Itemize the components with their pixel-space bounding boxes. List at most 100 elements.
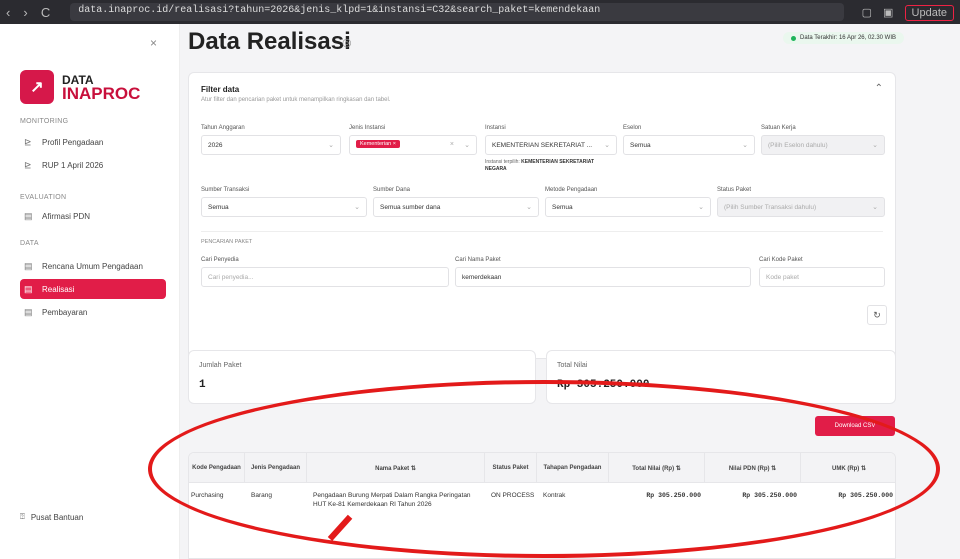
label-sumber-dana: Sumber Dana [373,187,411,193]
update-button[interactable]: Update [904,4,954,21]
col-pdn[interactable]: Nilai PDN (Rp) ⇅ [705,453,801,483]
page-title: Data Realisasi [188,28,351,55]
satker-value: (Pilih Eselon dahulu) [768,142,828,149]
table-header: Kode Pengadaan Jenis Pengadaan Nama Pake… [189,453,895,483]
help-label: Pusat Bantuan [30,512,84,522]
status-select[interactable]: (Pilih Sumber Transaksi dahulu) ⌄ [717,197,885,217]
sidebar-item-pembayaran[interactable]: ▤ Pembayaran [20,302,166,322]
metode-select[interactable]: Semua ⌄ [545,197,711,217]
reload-icon[interactable]: C [41,5,50,20]
col-status[interactable]: Status Paket [485,453,537,483]
divider [201,231,883,232]
kode-paket-search-input[interactable]: Kode paket [759,267,885,287]
jumlah-paket-value: 1 [199,379,206,391]
instansi-select[interactable]: KEMENTERIAN SEKRETARIAT ... ⌄ [485,135,617,155]
browser-nav: ‹ › C [6,5,60,20]
cell-pdn: Rp 305.250.000 [742,492,797,499]
chevron-down-icon: ⌄ [354,204,360,211]
sidebar-item-label: Profil Pengadaan [42,137,104,147]
col-total[interactable]: Total Nilai (Rp) ⇅ [609,453,705,483]
cell-status: ON PROCESS [491,492,535,499]
sidebar-item-label: RUP 1 April 2026 [42,160,104,170]
col-kode[interactable]: Kode Pengadaan [189,453,245,483]
chevron-up-icon[interactable]: ⌃ [875,83,883,94]
col-umk[interactable]: UMK (Rp) ⇅ [801,453,895,483]
help-link[interactable]: ⍰ Pusat Bantuan [20,512,83,522]
penyedia-search-input[interactable]: Cari penyedia... [201,267,449,287]
sidebar-item-label: Rencana Umum Pengadaan [42,261,143,271]
sidebar-item-label: Realisasi [42,284,75,294]
last-updated-text: Data Terakhir: 16 Apr 26, 02.30 WIB [800,35,896,41]
reset-icon[interactable]: ↻ [867,305,887,325]
jumlah-paket-label: Jumlah Paket [199,362,242,369]
browser-toolbar: ‹ › C data.inaproc.id/realisasi?tahun=20… [0,0,960,24]
chevron-down-icon: ⌄ [328,142,334,149]
main-content: Data Realisasi ◎ Data Terakhir: 16 Apr 2… [180,24,960,559]
cell-jenis: Barang [251,492,272,499]
info-icon[interactable]: ◎ [342,36,352,49]
calendar-icon: ▤ [24,210,33,221]
chart-icon: ⊵ [24,136,32,147]
close-icon[interactable]: × [150,36,157,50]
nama-paket-search-input[interactable]: kemerdekaan [455,267,751,287]
logo-mark-icon: ↗ [20,70,54,104]
col-jenis[interactable]: Jenis Pengadaan [245,453,307,483]
satker-select[interactable]: (Pilih Eselon dahulu) ⌄ [761,135,885,155]
instansi-note: Instansi terpilih: KEMENTERIAN SEKRETARI… [485,159,617,173]
extensions-icon[interactable]: ▢ [862,7,872,19]
section-data: DATA [20,240,39,247]
cell-total: Rp 305.250.000 [646,492,701,499]
label-cari-penyedia: Cari Penyedia [201,257,239,263]
clear-icon[interactable]: × [450,141,454,148]
forward-icon[interactable]: › [23,5,27,20]
chevron-down-icon: ⌄ [872,204,878,211]
chevron-down-icon: ⌄ [698,204,704,211]
last-updated-badge: Data Terakhir: 16 Apr 26, 02.30 WIB [783,32,904,44]
eselon-select[interactable]: Semua ⌄ [623,135,755,155]
help-icon: ⍰ [20,512,25,521]
chart-icon: ⊵ [24,159,32,170]
label-pencarian: PENCARIAN PAKET [201,239,253,245]
sumber-transaksi-value: Semua [208,204,229,211]
sidebar-item-profil[interactable]: ⊵ Profil Pengadaan [20,132,166,152]
tahun-value: 2026 [208,142,223,149]
calendar-icon: ▤ [24,283,33,294]
eselon-value: Semua [630,142,651,149]
label-instansi: Instansi [485,125,506,131]
download-csv-button[interactable]: Download CSV [815,416,895,436]
jenis-chip[interactable]: Kementerian × [356,140,400,148]
sumber-dana-select[interactable]: Semua sumber dana ⌄ [373,197,539,217]
jenis-select[interactable]: Kementerian × × ⌄ [349,135,477,155]
back-icon[interactable]: ‹ [6,5,10,20]
sumber-transaksi-select[interactable]: Semua ⌄ [201,197,367,217]
tabs-icon[interactable]: ▣ [883,7,893,19]
filter-subtitle: Atur filter dan pencarian paket untuk me… [201,97,391,103]
sidebar-item-afirmasi[interactable]: ▤ Afirmasi PDN [20,206,166,226]
sidebar-item-rup[interactable]: ⊵ RUP 1 April 2026 [20,155,166,175]
calendar-icon: ▤ [24,306,33,317]
cell-tahapan: Kontrak [543,492,566,499]
label-eselon: Eselon [623,125,642,131]
cell-umk: Rp 305.250.000 [838,492,893,499]
label-cari-kode: Cari Kode Paket [759,257,803,263]
sidebar-item-label: Afirmasi PDN [42,211,91,221]
chevron-down-icon: ⌄ [604,142,610,149]
col-nama[interactable]: Nama Paket ⇅ [307,453,485,483]
filter-title: Filter data [201,85,240,94]
cell-nama: Pengadaan Burung Merpati Dalam Rangka Pe… [313,492,471,508]
label-status: Status Paket [717,187,752,193]
chevron-down-icon: ⌄ [742,142,748,149]
chevron-down-icon: ⌄ [464,142,470,149]
sidebar: × ↗ DATA INAPROC MONITORING ⊵ Profil Pen… [0,24,180,559]
status-value: (Pilih Sumber Transaksi dahulu) [724,204,817,211]
address-bar[interactable]: data.inaproc.id/realisasi?tahun=2026&jen… [70,3,844,21]
total-nilai-card: Total Nilai Rp 305.250.000 [546,350,896,404]
tahun-select[interactable]: 2026 ⌄ [201,135,341,155]
filter-panel: Filter data Atur filter dan pencarian pa… [188,72,896,359]
col-tahapan[interactable]: Tahapan Pengadaan [537,453,609,483]
label-sumber-transaksi: Sumber Transaksi [201,187,250,193]
sidebar-item-rencana[interactable]: ▤ Rencana Umum Pengadaan [20,256,166,276]
logo[interactable]: ↗ DATA INAPROC [20,70,140,104]
sidebar-item-realisasi[interactable]: ▤ Realisasi [20,279,166,299]
label-satker: Satuan Kerja [761,125,796,131]
